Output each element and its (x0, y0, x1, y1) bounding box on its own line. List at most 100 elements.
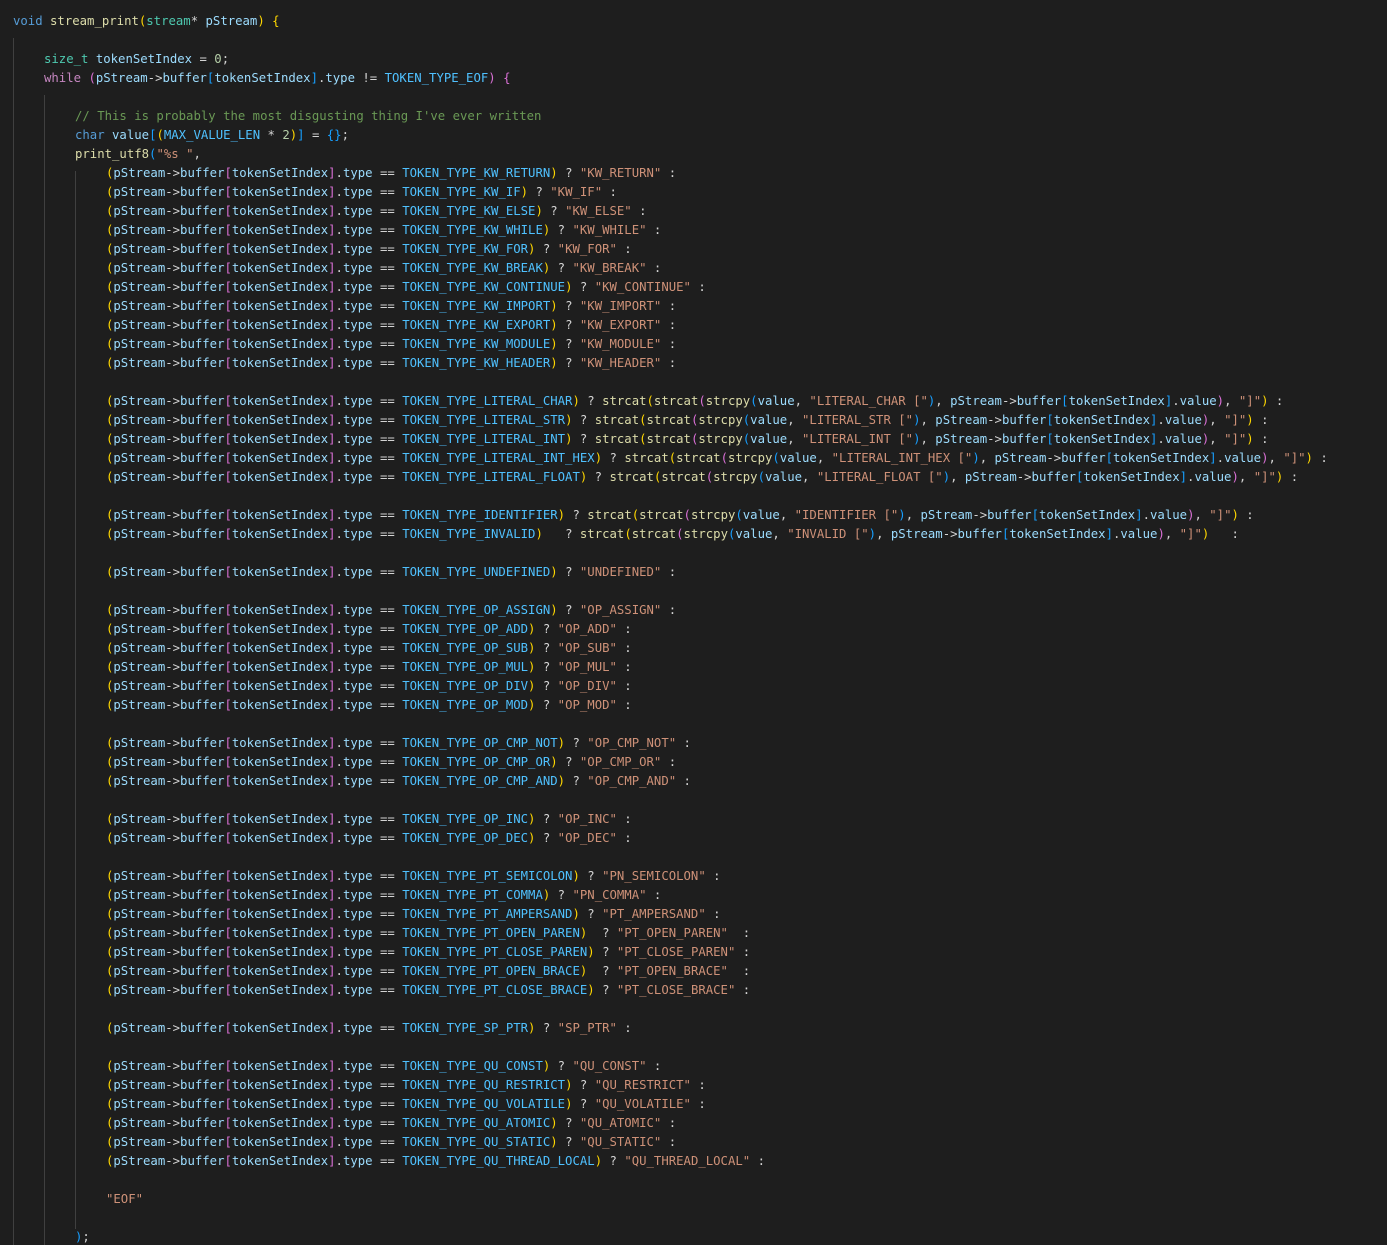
code-token: "]" (1238, 394, 1262, 408)
code-token: -> (165, 413, 181, 427)
code-token: ? (535, 1021, 558, 1035)
code-token: pStream (950, 394, 1002, 408)
code-token: : (661, 166, 677, 180)
code-token: , (1268, 451, 1284, 465)
code-token: . (335, 964, 343, 978)
code-token: -> (165, 280, 181, 294)
code-token: == (372, 356, 403, 370)
code-token: TOKEN_TYPE_LITERAL_INT_HEX (402, 451, 595, 465)
code-token: tokenSetIndex (231, 755, 329, 769)
code-token: value (1179, 394, 1217, 408)
code-editor[interactable]: void stream_print(stream* pStream) {size… (0, 0, 1387, 1245)
code-token: tokenSetIndex (1009, 527, 1106, 541)
code-token: -> (972, 508, 988, 522)
code-token: [ (224, 451, 232, 465)
code-token: -> (147, 71, 163, 85)
code-token: type (342, 451, 373, 465)
code-token: == (372, 907, 403, 921)
code-token: : (661, 299, 677, 313)
code-token: tokenSetIndex (231, 1135, 329, 1149)
code-token: ] (328, 318, 336, 332)
code-token: type (342, 926, 373, 940)
code-token: pStream (113, 622, 166, 636)
code-line: size_t tokenSetIndex = 0; (44, 50, 229, 69)
code-token: "OP_INC" (557, 812, 617, 826)
code-token: TOKEN_TYPE_LITERAL_CHAR (402, 394, 573, 408)
code-token: [ (224, 869, 232, 883)
code-token: "OP_MUL" (557, 660, 617, 674)
code-token: tokenSetIndex (231, 1021, 329, 1035)
code-token: "PN_SEMICOLON" (602, 869, 706, 883)
code-token: ] (328, 223, 336, 237)
code-token: ( (639, 432, 647, 446)
code-token: tokenSetIndex (231, 641, 329, 655)
code-token: ) (587, 945, 595, 959)
code-token: buffer (180, 356, 225, 370)
code-token: ] (328, 907, 336, 921)
code-token: "OP_CMP_OR" (579, 755, 662, 769)
code-token: : (1253, 413, 1269, 427)
code-token: ) (550, 603, 558, 617)
code-token: [ (224, 527, 232, 541)
code-token: pStream (113, 204, 166, 218)
code-token: value (735, 527, 773, 541)
code-token: ? (557, 603, 580, 617)
code-token: [ (224, 1154, 232, 1168)
code-token: . (335, 679, 343, 693)
code-token: . (335, 508, 343, 522)
code-token: TOKEN_TYPE_LITERAL_INT (402, 432, 566, 446)
code-token: ? (572, 1097, 595, 1111)
code-token: buffer (180, 337, 225, 351)
code-token: [ (224, 812, 232, 826)
code-token: -> (165, 1059, 181, 1073)
code-line: (pStream->buffer[tokenSetIndex].type == … (106, 411, 1269, 430)
code-token: ) (550, 299, 558, 313)
code-token: * (260, 128, 283, 142)
code-token: = (192, 52, 215, 66)
code-token: buffer (180, 1097, 225, 1111)
code-token: "KW_HEADER" (579, 356, 662, 370)
code-token: buffer (180, 565, 225, 579)
code-token: type (342, 337, 373, 351)
code-token: -> (165, 451, 181, 465)
code-token: type (342, 565, 373, 579)
code-token: tokenSetIndex (1053, 432, 1151, 446)
code-token: pStream (113, 869, 166, 883)
code-token: -> (165, 603, 181, 617)
code-token: ] (328, 413, 336, 427)
code-line: (pStream->buffer[tokenSetIndex].type == … (106, 981, 750, 1000)
code-token: value (750, 432, 788, 446)
code-token: == (372, 223, 403, 237)
code-line: (pStream->buffer[tokenSetIndex].type == … (106, 905, 721, 924)
code-token: . (335, 1078, 343, 1092)
code-token: == (372, 166, 403, 180)
code-token: , (876, 527, 891, 541)
code-token: pStream (113, 603, 166, 617)
code-token: ? (565, 736, 588, 750)
code-line: (pStream->buffer[tokenSetIndex].type == … (106, 164, 676, 183)
code-token: : (705, 869, 721, 883)
code-token: buffer (180, 888, 225, 902)
code-line: (pStream->buffer[tokenSetIndex].type == … (106, 829, 632, 848)
code-token: [ (224, 318, 232, 332)
code-token: strcat (594, 432, 640, 446)
code-token: type (342, 755, 373, 769)
code-token: . (335, 299, 343, 313)
code-token: type (342, 869, 373, 883)
code-token: [ (224, 1059, 232, 1073)
code-token: pStream (113, 565, 166, 579)
code-token: stream_print (50, 14, 139, 28)
code-token: ( (735, 508, 743, 522)
code-token: , (1164, 527, 1180, 541)
code-token: : (661, 1116, 677, 1130)
code-token: -> (165, 983, 181, 997)
code-token: , (1209, 413, 1225, 427)
code-token: type (342, 698, 373, 712)
code-token: buffer (180, 185, 225, 199)
code-token: -> (165, 774, 181, 788)
code-token: TOKEN_TYPE_KW_MODULE (402, 337, 551, 351)
code-token: -> (942, 527, 958, 541)
code-token: . (335, 774, 343, 788)
code-token: == (372, 812, 403, 826)
code-line: (pStream->buffer[tokenSetIndex].type == … (106, 1057, 661, 1076)
